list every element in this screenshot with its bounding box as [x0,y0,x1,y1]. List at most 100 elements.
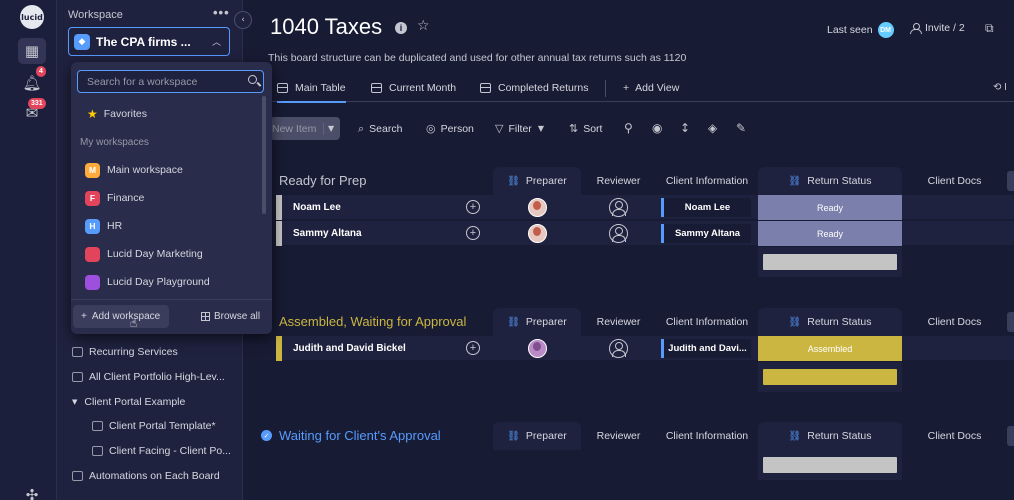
col-header-client-information[interactable]: Client Information [656,422,758,450]
board-item[interactable]: Recurring Services [57,340,243,365]
col-header-client-information[interactable]: Client Information [656,167,758,195]
tab-label: Main Table [295,82,346,94]
new-item-button[interactable]: New Item ▼ [270,117,340,140]
col-header-preparer[interactable]: ⛓ Preparer [493,308,581,336]
workspaces-icon[interactable]: ▦ [18,38,46,64]
preparer-avatar[interactable] [528,224,547,243]
workspace-avatar [85,274,100,290]
col-header-preparer[interactable]: ⛓ Preparer [493,422,581,450]
reviewer-empty-avatar[interactable] [609,339,628,358]
tab-current-month[interactable]: Current Month [371,74,456,102]
board-description: This board structure can be duplicated a… [268,52,687,64]
col-header-return-status[interactable]: ⛓ Return Status [758,422,902,450]
reviewer-empty-avatar[interactable] [609,198,628,217]
filter-icon: ▽ [495,122,504,135]
client-info-cell[interactable]: Noam Lee [661,198,751,217]
col-header-client-information[interactable]: Client Information [656,308,758,336]
status-cell[interactable]: Ready [758,195,902,220]
search-button[interactable]: ⌕ Search [358,122,402,136]
board-item[interactable]: Client Portal Template* [57,414,243,439]
status-summary-bar[interactable] [763,457,897,473]
scrollbar[interactable] [262,96,266,214]
workspace-selector[interactable]: ◆ The CPA firms ... ︿ [68,27,230,56]
workspace-search-input[interactable] [87,74,237,90]
sort-button[interactable]: ⇅ Sort [569,122,602,135]
add-update-icon[interactable]: + [466,226,480,240]
client-info-cell[interactable]: Sammy Altana [661,224,751,243]
col-header-client-docs[interactable]: Client Docs [902,167,1007,195]
col-header-reviewer[interactable]: Reviewer [581,422,656,450]
info-icon[interactable]: i [395,22,407,34]
col-header-client-docs[interactable]: Client Docs [902,422,1007,450]
board-item-label: Automations on Each Board [89,469,220,482]
board-title[interactable]: 1040 Taxes [270,14,382,40]
workspace-search[interactable] [77,70,264,93]
tab-main-table[interactable]: Main Table [277,74,346,103]
tab-completed-returns[interactable]: Completed Returns [480,74,588,102]
status-summary-bar[interactable] [763,254,897,270]
hide-icon[interactable]: ◉ [652,121,662,135]
col-header-preparer[interactable]: ⛓ Preparer [493,167,581,195]
table-row[interactable]: Noam Lee + Noam Lee Ready [276,195,1014,220]
status-cell[interactable]: Ready [758,221,902,246]
group-title[interactable]: Ready for Prep [279,173,366,188]
integrate-icon[interactable]: ⟲ I [993,82,1007,93]
favorites-item[interactable]: ★ Favorites [87,107,147,121]
row-height-icon[interactable]: ↕ [680,121,690,135]
group-title[interactable]: Waiting for Client's Approval [279,428,441,443]
workspace-item[interactable]: M Main workspace [85,156,210,184]
add-update-icon[interactable]: + [466,341,480,355]
preparer-avatar[interactable] [528,198,547,217]
workspace-item[interactable]: Lucid Day Marketing [85,240,210,268]
last-seen[interactable]: Last seen DM [827,22,894,38]
reviewer-empty-avatar[interactable] [609,224,628,243]
client-info-cell[interactable]: Judith and Davi... [661,339,751,358]
status-summary-bar[interactable] [763,369,897,385]
link-icon: ⛓ [788,316,802,328]
apps-icon[interactable]: ✣ [18,482,46,500]
add-workspace-button[interactable]: + Add workspace [73,305,169,328]
preparer-avatar[interactable] [528,339,547,358]
plus-icon: + [623,82,630,94]
favorite-star-icon[interactable]: ☆ [417,18,430,34]
add-view-button[interactable]: + Add View [623,74,679,102]
invite-button[interactable]: Invite / 2 [910,22,965,34]
edit-icon[interactable]: ✎ [736,121,746,135]
workspace-shield-icon: ◆ [74,33,90,50]
add-update-icon[interactable]: + [466,200,480,214]
col-header-return-status[interactable]: ⛓ Return Status [758,167,902,195]
folder-item[interactable]: ▼ Client Portal Example [57,389,243,414]
item-name[interactable]: Sammy Altana [293,228,362,239]
workspace-item[interactable]: F Finance [85,184,210,212]
color-icon[interactable]: ◈ [708,121,717,135]
col-header-return-status[interactable]: ⛓ Return Status [758,308,902,336]
board-item[interactable]: Client Facing - Client Po... [57,439,243,464]
status-cell[interactable]: Assembled [758,336,902,361]
board-item[interactable]: All Client Portfolio High-Lev... [57,365,243,390]
col-header-client-docs[interactable]: Client Docs [902,308,1007,336]
filter-button[interactable]: ▽ Filter ▼ [495,122,549,135]
app-logo[interactable]: lucid [20,5,44,29]
workspace-item[interactable]: Lucid Day Playground [85,268,210,296]
col-header-reviewer[interactable]: Reviewer [581,167,656,195]
table-row[interactable]: Sammy Altana + Sammy Altana Ready [276,221,1014,246]
item-name[interactable]: Noam Lee [293,202,341,213]
board-item-label: Client Portal Template* [109,420,216,433]
board-item[interactable]: Automations on Each Board [57,463,243,488]
col-header-reviewer[interactable]: Reviewer [581,308,656,336]
more-options-icon[interactable]: ••• [213,5,230,20]
person-filter-button[interactable]: ◎ Person [426,122,474,135]
integrations-icon[interactable]: ⧉ [985,21,994,36]
chevron-up-icon: ︿ [211,38,221,48]
table-row[interactable]: Judith and David Bickel + Judith and Dav… [276,336,1014,361]
col-header-label: Return Status [807,430,872,442]
workspace-dropdown: ★ Favorites My workspaces M Main workspac… [71,62,272,334]
browse-all-button[interactable]: Browse all [201,311,260,322]
link-icon: ⛓ [507,430,520,442]
pin-icon[interactable]: ⚲ [624,121,633,135]
collapse-panel-button[interactable]: ‹ [234,11,252,29]
new-item-label: New Item [270,122,324,135]
item-name[interactable]: Judith and David Bickel [293,343,406,354]
group-title[interactable]: Assembled, Waiting for Approval [279,314,466,329]
workspace-item[interactable]: H HR [85,212,210,240]
